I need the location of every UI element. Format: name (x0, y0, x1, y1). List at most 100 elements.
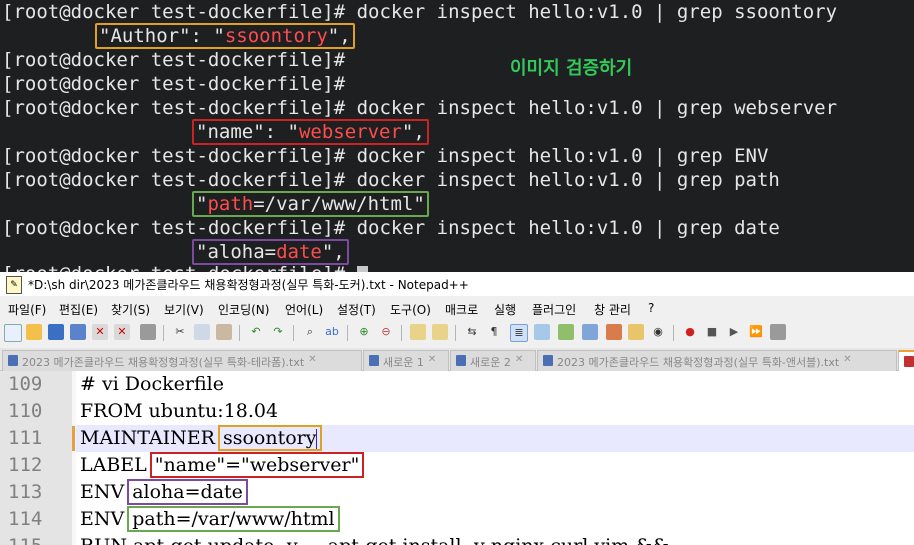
open-file-icon[interactable] (26, 324, 42, 340)
function-list-icon[interactable] (582, 324, 598, 340)
json-key: "aloha= (196, 241, 277, 263)
terminal-line: [root@docker test-dockerfile]# (2, 72, 345, 96)
notepad-app-icon: ✎ (6, 276, 22, 294)
close-all-icon[interactable]: ✕ (114, 324, 130, 340)
json-key: " (196, 193, 208, 215)
code-line: # vi Dockerfile (80, 371, 224, 398)
play-macro-icon[interactable]: ▶ (726, 324, 742, 340)
doc-map-icon[interactable] (558, 324, 574, 340)
menu-view[interactable]: 보기(V) (164, 301, 204, 318)
close-tab-icon[interactable]: ✕ (515, 354, 523, 365)
close-tab-icon[interactable]: ✕ (843, 354, 851, 365)
save-all-icon[interactable] (70, 324, 86, 340)
grep-match: ssoontory (224, 25, 328, 47)
cut-icon[interactable]: ✂ (172, 324, 188, 340)
menu-search[interactable]: 찾기(S) (111, 301, 150, 318)
code-keyword: LABEL (80, 454, 147, 476)
fold-margin (72, 371, 76, 545)
highlight-box-env-path: path=/var/www/html (127, 506, 340, 532)
menu-language[interactable]: 언어(L) (285, 301, 323, 318)
code-line: MAINTAINER ssoontory (80, 425, 323, 452)
copy-icon[interactable] (194, 324, 210, 340)
indent-guide-icon[interactable]: ≣ (510, 324, 528, 342)
shell-command: docker inspect hello:v1.0 | grep webserv… (345, 97, 838, 119)
terminal-line: [root@docker test-dockerfile]# docker in… (2, 216, 780, 240)
shell-prompt: [root@docker test-dockerfile]# (2, 145, 346, 167)
shell-command: docker inspect hello:v1.0 | grep ssoonto… (345, 1, 838, 23)
highlight-box-env-aloha: aloha=date (127, 479, 248, 505)
file-icon (456, 355, 466, 366)
menu-tools[interactable]: 도구(O) (390, 301, 431, 318)
show-all-chars-icon[interactable]: ¶ (486, 324, 502, 340)
terminal-line: [root@docker test-dockerfile]# (2, 262, 368, 272)
toolbar-separator (455, 325, 456, 341)
code-line: RUN apt-get update -y ... apt-get instal… (80, 533, 693, 545)
record-macro-icon[interactable]: ● (682, 324, 698, 340)
window-title: *D:\sh dir\2023 메가존클라우드 채용확정형과정(실무 특화-도커… (28, 278, 469, 292)
tab-docker-active[interactable] (898, 350, 914, 372)
paste-icon[interactable] (216, 324, 232, 340)
toolbar-separator (293, 325, 294, 341)
run-macro-multiple-icon[interactable]: ⏩ (748, 324, 764, 340)
shell-prompt: [root@docker test-dockerfile]# (2, 169, 346, 191)
menu-run[interactable]: 실행 (494, 301, 516, 318)
menu-macro[interactable]: 매크로 (445, 301, 478, 318)
monitoring-eye-icon[interactable]: ◉ (650, 324, 666, 340)
menu-file[interactable]: 파일(F) (8, 301, 46, 318)
replace-icon[interactable]: ab (324, 324, 340, 340)
sync-vertical-icon[interactable] (410, 324, 426, 340)
find-icon[interactable]: ⌕ (302, 324, 318, 340)
menu-encoding[interactable]: 인코딩(N) (218, 301, 269, 318)
terminal-line: [root@docker test-dockerfile]# (2, 48, 345, 72)
tab-terraform[interactable]: 2023 메가존클라우드 채용확정형과정(실무 특화-테라폼).txt ✕ (2, 350, 362, 371)
json-tail: ", (321, 241, 345, 263)
menu-window[interactable]: 창 관리 (594, 301, 631, 318)
folder-icon[interactable] (628, 324, 644, 340)
code-keyword: ENV (80, 481, 125, 503)
line-number: 112 (8, 454, 43, 476)
new-file-icon[interactable] (4, 324, 22, 342)
folder-workspace-icon[interactable] (606, 324, 622, 340)
shell-prompt: [root@docker test-dockerfile]# (2, 49, 346, 71)
tab-label: 새로운 2 (470, 356, 511, 369)
menu-plugins[interactable]: 플러그인 (532, 301, 576, 318)
save-icon[interactable] (48, 324, 64, 340)
close-icon[interactable]: ✕ (92, 324, 108, 340)
code-line: ENV path=/var/www/html (80, 506, 340, 533)
zoom-out-icon[interactable]: ⊖ (378, 324, 394, 340)
toolbar: ✕ ✕ ✂ ↶ ↷ ⌕ ab ⊕ ⊖ ⇆ ¶ ≣ ◉ ● ■ ▶ ⏩ (0, 321, 914, 343)
print-icon[interactable] (140, 324, 156, 340)
highlight-box-label: "name"="webserver" (149, 452, 365, 478)
close-tab-icon[interactable]: ✕ (308, 354, 316, 365)
tab-new1[interactable]: 새로운 1 ✕ (363, 350, 449, 371)
redo-icon[interactable]: ↷ (270, 324, 286, 340)
file-icon (369, 355, 379, 366)
tab-ansible[interactable]: 2023 메가존클라우드 채용확정형과정(실무 특화-앤서블).txt ✕ (537, 350, 897, 371)
zoom-in-icon[interactable]: ⊕ (356, 324, 372, 340)
stop-macro-icon[interactable]: ■ (704, 324, 720, 340)
code-value: ssoontory (222, 427, 317, 449)
toolbar-separator (673, 325, 674, 341)
menu-edit[interactable]: 편집(E) (59, 301, 98, 318)
user-language-icon[interactable] (534, 324, 550, 340)
tab-label: 2023 메가존클라우드 채용확정형과정(실무 특화-테라폼).txt (22, 356, 305, 369)
code-text: # vi Dockerfile (80, 373, 224, 395)
menu-help[interactable]: ? (648, 301, 654, 315)
close-tab-icon[interactable]: ✕ (428, 354, 436, 365)
undo-icon[interactable]: ↶ (248, 324, 264, 340)
shell-command: docker inspect hello:v1.0 | grep date (345, 217, 780, 239)
editor-area[interactable]: 109 110 111 112 113 114 115 # vi Dockerf… (0, 371, 914, 545)
line-number: 115 (8, 533, 42, 545)
grep-match: path (207, 193, 254, 215)
shell-prompt: [root@docker test-dockerfile]# (2, 263, 345, 272)
shell-prompt: [root@docker test-dockerfile]# (2, 73, 346, 95)
save-macro-icon[interactable] (770, 324, 786, 340)
shell-prompt: [root@docker test-dockerfile]# (2, 1, 346, 23)
sync-horizontal-icon[interactable] (432, 324, 448, 340)
highlight-box-maintainer: ssoontory (217, 425, 323, 451)
file-icon (904, 356, 914, 367)
terminal-window[interactable]: [root@docker test-dockerfile]# docker in… (0, 0, 914, 272)
menu-settings[interactable]: 설정(T) (337, 301, 376, 318)
tab-new2[interactable]: 새로운 2 ✕ (450, 350, 536, 371)
word-wrap-icon[interactable]: ⇆ (464, 324, 480, 340)
